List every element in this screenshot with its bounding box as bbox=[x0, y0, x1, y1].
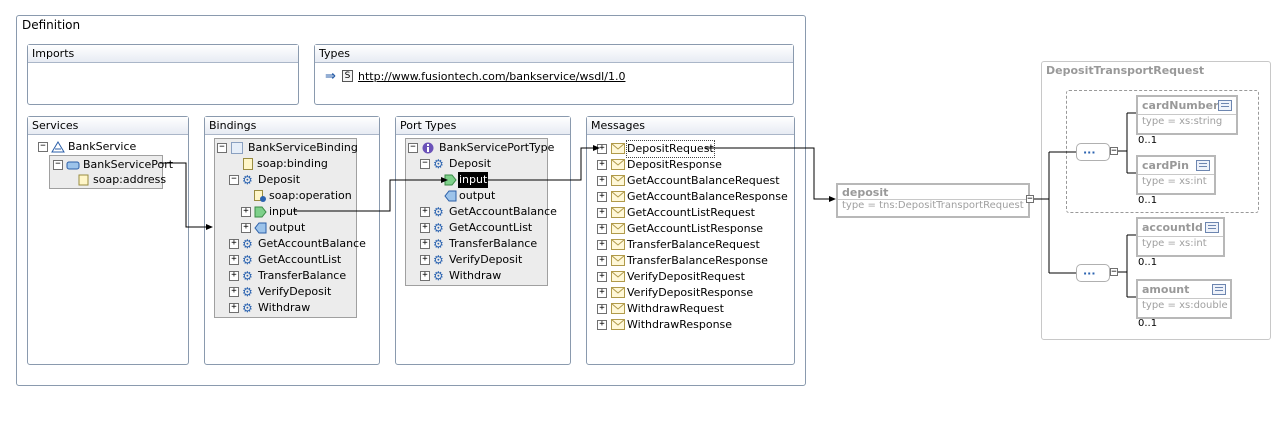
arrowhead bbox=[206, 224, 213, 230]
connector-part-sequence bbox=[1034, 151, 1076, 274]
connector-porttype-message bbox=[485, 147, 594, 181]
connector-message-part bbox=[705, 147, 830, 200]
arrowhead bbox=[441, 177, 448, 183]
arrowhead bbox=[829, 196, 836, 202]
connector-seq2-elements bbox=[1118, 234, 1136, 298]
connector-seq1-elements bbox=[1118, 112, 1136, 174]
arrowhead bbox=[593, 145, 600, 151]
connector-lines bbox=[160, 112, 1136, 298]
connector-port-binding bbox=[160, 162, 207, 228]
connector-binding-porttype bbox=[293, 179, 442, 212]
